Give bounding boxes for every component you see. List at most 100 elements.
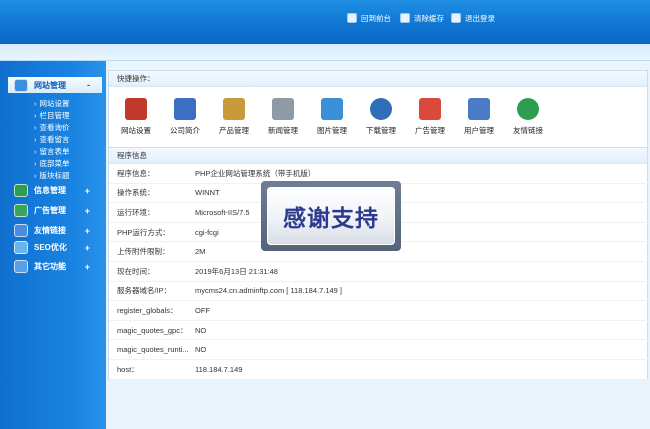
expand-toggle[interactable]: + bbox=[85, 262, 90, 272]
sidebar-menu-seo[interactable]: SEO优化 + bbox=[14, 241, 102, 254]
info-key: magic_quotes_runti... bbox=[117, 345, 189, 355]
quick-downloads[interactable]: 下载管理 bbox=[357, 94, 405, 136]
quick-label: 下载管理 bbox=[366, 126, 396, 135]
other-icon bbox=[14, 260, 28, 273]
info-key: PHP运行方式： bbox=[117, 227, 170, 237]
expand-toggle[interactable]: + bbox=[85, 186, 90, 196]
info-value: 2019年6月13日 21:31:48 bbox=[195, 266, 278, 276]
download-globe-icon bbox=[370, 98, 392, 120]
logout-label: 退出登录 bbox=[465, 13, 495, 23]
sidebar-menu-info[interactable]: 信息管理 + bbox=[14, 184, 102, 197]
quick-links[interactable]: 友情链接 bbox=[504, 94, 552, 136]
info-value: 2M bbox=[195, 247, 206, 257]
quick-label: 图片管理 bbox=[317, 126, 347, 135]
quick-actions-panel: 快捷操作： 网站设置 公司简介 产品管理 新闻管理 图片管理 下载管理 广告管理 bbox=[108, 70, 648, 149]
newspaper-icon bbox=[272, 98, 294, 120]
sidebar-item-footer-menu[interactable]: 底部菜单 bbox=[34, 158, 70, 169]
sidebar-item-message-form[interactable]: 留言表单 bbox=[34, 146, 70, 157]
info-value: WINNT bbox=[195, 188, 220, 198]
thanks-banner: 感谢支持 bbox=[261, 181, 401, 251]
quick-label: 产品管理 bbox=[219, 126, 249, 135]
trash-icon bbox=[400, 13, 410, 23]
back-to-site-button[interactable]: 回到前台 bbox=[347, 11, 391, 25]
quick-ads[interactable]: 广告管理 bbox=[406, 94, 454, 136]
image-icon bbox=[321, 98, 343, 120]
sidebar-item-inquiries[interactable]: 查看询价 bbox=[34, 122, 70, 133]
sidebar-menu-label: 其它功能 bbox=[34, 262, 66, 271]
quick-label: 用户管理 bbox=[464, 126, 494, 135]
quick-label: 网站设置 bbox=[121, 126, 151, 135]
quick-label: 友情链接 bbox=[513, 126, 543, 135]
program-info-title: 程序信息 bbox=[109, 148, 647, 164]
sidebar-menu-other[interactable]: 其它功能 + bbox=[14, 260, 102, 273]
info-icon bbox=[14, 184, 28, 197]
quick-label: 广告管理 bbox=[415, 126, 445, 135]
info-value: NO bbox=[195, 325, 207, 335]
box-icon bbox=[223, 98, 245, 120]
logout-button[interactable]: 退出登录 bbox=[451, 11, 495, 25]
sidebar-item-columns[interactable]: 栏目管理 bbox=[34, 110, 70, 121]
expand-toggle[interactable]: + bbox=[85, 226, 90, 236]
info-value: 118.184.7.149 bbox=[195, 364, 243, 374]
quick-actions-title: 快捷操作： bbox=[109, 71, 647, 87]
info-key: 服务器域名/IP： bbox=[117, 286, 172, 296]
info-key: magic_quotes_gpc： bbox=[117, 325, 188, 335]
quick-news[interactable]: 新闻管理 bbox=[259, 94, 307, 136]
info-value: mycms24.cn.adminftp.com [ 118.184.7.149 … bbox=[195, 286, 343, 296]
info-row: host： 118.184.7.149 bbox=[109, 360, 649, 380]
info-value: PHP企业网站管理系统（带手机版） bbox=[195, 168, 316, 178]
info-row: magic_quotes_runti... NO bbox=[109, 340, 649, 360]
info-key: 运行环境： bbox=[117, 207, 155, 217]
clear-cache-label: 清除缓存 bbox=[414, 13, 444, 23]
house-icon bbox=[125, 98, 147, 120]
sidebar-item-messages[interactable]: 查看留言 bbox=[34, 134, 70, 145]
logout-icon bbox=[451, 13, 461, 23]
back-to-site-label: 回到前台 bbox=[361, 13, 391, 23]
top-header: 回到前台 清除缓存 退出登录 bbox=[0, 0, 650, 44]
info-key: register_globals： bbox=[117, 305, 178, 315]
thanks-banner-inner: 感谢支持 bbox=[267, 187, 395, 245]
globe-link-icon bbox=[517, 98, 539, 120]
info-row: 现在时间： 2019年6月13日 21:31:48 bbox=[109, 262, 649, 282]
info-row: 服务器域名/IP： mycms24.cn.adminftp.com [ 118.1… bbox=[109, 282, 649, 302]
quick-company-profile[interactable]: 公司简介 bbox=[161, 94, 209, 136]
ad-chart-icon bbox=[419, 98, 441, 120]
info-key: host： bbox=[117, 364, 139, 374]
quick-users[interactable]: 用户管理 bbox=[455, 94, 503, 136]
home-icon bbox=[347, 13, 357, 23]
links-icon bbox=[14, 224, 28, 237]
sidebar-menu-label: 广告管理 bbox=[34, 206, 66, 215]
sidebar-menu-label: 信息管理 bbox=[34, 186, 66, 195]
quick-images[interactable]: 图片管理 bbox=[308, 94, 356, 136]
thanks-text: 感谢支持 bbox=[283, 206, 379, 232]
info-row: magic_quotes_gpc： NO bbox=[109, 321, 649, 341]
info-key: 现在时间： bbox=[117, 266, 155, 276]
info-row: register_globals： OFF bbox=[109, 301, 649, 321]
clear-cache-button[interactable]: 清除缓存 bbox=[400, 11, 444, 25]
header-subbar bbox=[0, 44, 650, 61]
sidebar-menu-label: SEO优化 bbox=[34, 243, 67, 252]
info-value: Microsoft-IIS/7.5 bbox=[195, 207, 250, 217]
sidebar-menu-label: 友情链接 bbox=[34, 226, 66, 235]
quick-site-settings[interactable]: 网站设置 bbox=[112, 94, 160, 136]
info-key: 程序信息： bbox=[117, 168, 155, 178]
user-icon bbox=[468, 98, 490, 120]
collapse-toggle[interactable]: - bbox=[87, 80, 90, 90]
info-value: cgi-fcgi bbox=[195, 227, 219, 237]
quick-label: 新闻管理 bbox=[268, 126, 298, 135]
sidebar-item-block-titles[interactable]: 版块标题 bbox=[34, 170, 70, 181]
site-icon bbox=[14, 78, 28, 92]
expand-toggle[interactable]: + bbox=[85, 206, 90, 216]
quick-label: 公司简介 bbox=[170, 126, 200, 135]
sidebar-menu-ads[interactable]: 广告管理 + bbox=[14, 204, 102, 217]
info-key: 操作系统： bbox=[117, 188, 155, 198]
sidebar-item-site-settings[interactable]: 网站设置 bbox=[34, 98, 70, 109]
quick-products[interactable]: 产品管理 bbox=[210, 94, 258, 136]
info-key: 上传附件限制： bbox=[117, 247, 170, 257]
info-value: NO bbox=[195, 345, 207, 355]
sidebar-menu-links[interactable]: 友情链接 + bbox=[14, 224, 102, 237]
sidebar-menu-site[interactable]: 网站管理 - bbox=[8, 77, 102, 93]
ads-icon bbox=[14, 204, 28, 217]
expand-toggle[interactable]: + bbox=[85, 243, 90, 253]
info-value: OFF bbox=[195, 305, 210, 315]
